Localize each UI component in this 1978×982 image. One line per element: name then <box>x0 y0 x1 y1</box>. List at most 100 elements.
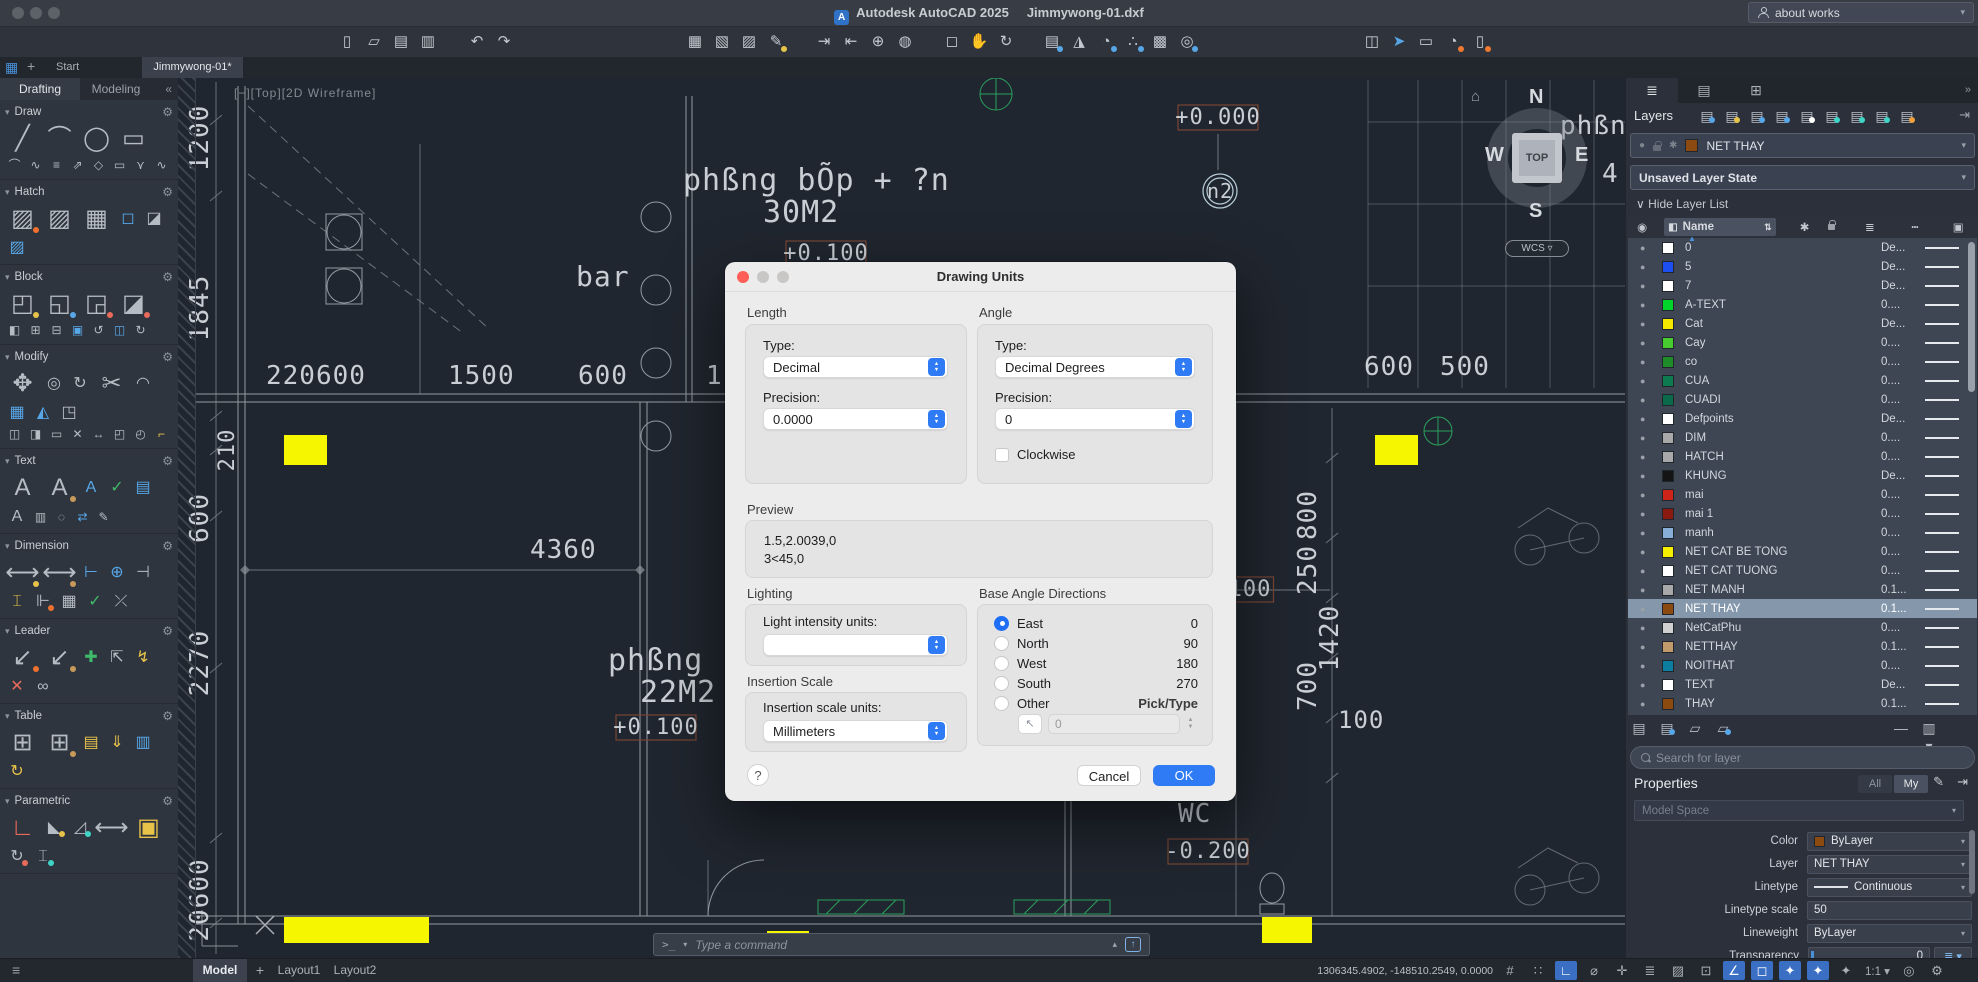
orbit-icon[interactable]: ↻ <box>994 30 1018 54</box>
property-linetype-scale[interactable]: 50 <box>1807 901 1972 920</box>
other-angle-field[interactable]: 0 <box>1048 714 1180 734</box>
line-icon[interactable]: ╱ <box>5 123 40 155</box>
layer-search-field[interactable]: Search for layer <box>1630 746 1975 769</box>
gear-icon[interactable]: ⚙ <box>162 454 173 468</box>
helix-icon[interactable]: ∿ <box>152 157 171 174</box>
color-swatch[interactable] <box>1662 337 1674 349</box>
layer-row[interactable]: ●NOITHAT0.... <box>1628 656 1977 675</box>
radio-east[interactable] <box>994 616 1009 631</box>
collapse-triangle-icon[interactable]: ▾ <box>5 711 10 722</box>
count-icon[interactable]: ◮ <box>1067 30 1091 54</box>
dim-baseline-icon[interactable]: ⊢ <box>79 562 103 584</box>
tab-layout2[interactable]: Layout2 <box>329 959 381 982</box>
status-dot-icon[interactable]: ● <box>1640 414 1662 424</box>
space-dropdown[interactable]: Model Space ▾ <box>1634 800 1964 821</box>
mleader-collect-icon[interactable]: ↯ <box>131 647 155 669</box>
block-sync-icon[interactable]: ↺ <box>89 322 108 339</box>
dialog-zoom-icon[interactable] <box>777 271 789 283</box>
save-icon[interactable]: ▤ <box>389 30 413 54</box>
dialog-minimize-icon[interactable] <box>757 271 769 283</box>
mleader-remove-icon[interactable]: ✕ <box>5 676 29 698</box>
viewcube-south[interactable]: S <box>1529 200 1542 223</box>
annotation-scale-sync-icon[interactable]: ✦ <box>1807 961 1829 980</box>
status-dot-icon[interactable]: ● <box>1640 262 1662 272</box>
collapse-triangle-icon[interactable]: ▾ <box>5 456 10 467</box>
tab-layers[interactable]: ≣ <box>1626 78 1678 103</box>
collapse-triangle-icon[interactable]: ▾ <box>5 107 10 118</box>
mtext-icon[interactable]: A <box>5 472 40 504</box>
mleader-add-icon[interactable]: ✚ <box>79 647 103 669</box>
gear-icon[interactable]: ⚙ <box>162 539 173 553</box>
new-layer-icon[interactable]: ▤ <box>1630 719 1648 737</box>
layer-row[interactable]: ●CUADI0.... <box>1628 390 1977 409</box>
dim-constraint-icon[interactable]: ⟷ <box>94 812 129 844</box>
block-update-icon[interactable]: ↻ <box>131 322 150 339</box>
blocks-palette-icon[interactable]: ◫ <box>1360 30 1384 54</box>
layer-unlock-icon[interactable]: ▤ <box>1898 107 1916 125</box>
dim-linear-icon[interactable]: ⟷ <box>5 557 40 589</box>
plot-column-icon[interactable]: ▣ <box>1939 220 1977 234</box>
layer-row[interactable]: ●NET CAT BE TONG0.... <box>1628 542 1977 561</box>
section-header[interactable]: ▾Block⚙ <box>5 268 173 286</box>
status-dot-icon[interactable]: ● <box>1640 376 1662 386</box>
scale-icon[interactable]: ◴ <box>131 426 150 443</box>
section-header[interactable]: ▾Dimension⚙ <box>5 537 173 555</box>
radio-north[interactable] <box>994 636 1009 651</box>
render-icon[interactable]: ▩ <box>1148 30 1172 54</box>
status-dot-icon[interactable]: ● <box>1640 566 1662 576</box>
boundary-icon[interactable]: ◻ <box>116 208 140 230</box>
pan-icon[interactable]: ✋ <box>967 30 991 54</box>
dim-style-icon[interactable]: ⟷ <box>42 557 77 589</box>
redo-icon[interactable]: ↷ <box>492 30 516 54</box>
color-swatch[interactable] <box>1662 660 1674 672</box>
layer-row[interactable]: ●5De... <box>1628 257 1977 276</box>
layer-row[interactable]: ●CatDe... <box>1628 314 1977 333</box>
sun-study-icon[interactable]: ◎ <box>1175 30 1199 54</box>
chevron-down-icon[interactable]: ▾ <box>683 940 687 949</box>
transparency-display-icon[interactable]: ▨ <box>1667 961 1689 980</box>
section-header[interactable]: ▾Leader⚙ <box>5 622 173 640</box>
dim-inspect-icon[interactable]: ▦ <box>57 591 81 613</box>
collapse-triangle-icon[interactable]: ▾ <box>5 796 10 807</box>
filter-my-button[interactable]: My <box>1894 775 1928 793</box>
tab-active-document[interactable]: Jimmywong-01* <box>142 57 243 78</box>
layer-row[interactable]: ●NET THAY0.1... <box>1628 599 1977 618</box>
color-swatch[interactable] <box>1662 698 1674 710</box>
property-linetype[interactable]: Continuous▾ <box>1807 878 1972 897</box>
clockwise-checkbox[interactable] <box>995 448 1009 462</box>
add-layout-button[interactable]: + <box>251 959 269 982</box>
multileader-icon[interactable]: ↙ <box>5 642 40 674</box>
color-swatch[interactable] <box>1662 565 1674 577</box>
color-swatch[interactable] <box>1662 318 1674 330</box>
status-dot-icon[interactable]: ● <box>1640 623 1662 633</box>
ray-icon[interactable]: ⇗ <box>68 157 87 174</box>
gear-icon[interactable]: ⚙ <box>162 624 173 638</box>
markup-import-icon[interactable]: ▤ <box>1040 30 1064 54</box>
section-header[interactable]: ▾Parametric⚙ <box>5 792 173 810</box>
viewcube[interactable]: ⌂ N W E S TOP WCS ▿ <box>1479 92 1609 267</box>
join-icon[interactable]: ↔ <box>89 426 108 443</box>
gear-icon[interactable]: ⚙ <box>162 794 173 808</box>
base-angle-option[interactable]: North90 <box>978 633 1212 653</box>
hatch-set-icon[interactable]: ▨ <box>5 237 29 259</box>
etransmit-icon[interactable]: ◍ <box>893 30 917 54</box>
other-angle-stepper[interactable]: ▲▼ <box>1184 714 1197 734</box>
auto-constrain-icon[interactable]: ◣ <box>42 817 66 839</box>
move-icon[interactable]: ✥ <box>5 368 40 400</box>
attach-icon[interactable]: ⊕ <box>866 30 890 54</box>
divide-icon[interactable]: ⋎ <box>131 157 150 174</box>
account-button[interactable]: about works ▾ <box>1748 2 1974 23</box>
batch-plot-icon[interactable]: ▧ <box>710 30 734 54</box>
layer-row[interactable]: ●HATCH0.... <box>1628 447 1977 466</box>
color-swatch[interactable] <box>1662 280 1674 292</box>
auto-hide-icon[interactable]: ⇥ <box>1959 107 1970 123</box>
color-swatch[interactable] <box>1662 413 1674 425</box>
mleader-style-icon[interactable]: ↙ <box>42 642 77 674</box>
status-dot-icon[interactable]: ● <box>1640 357 1662 367</box>
color-swatch[interactable] <box>1662 375 1674 387</box>
find-text-icon[interactable]: ◌ <box>52 509 71 526</box>
table-cell-icon[interactable]: ▥ <box>131 732 155 754</box>
layer-lock-icon[interactable]: ▤ <box>1873 107 1891 125</box>
gear-icon[interactable]: ⚙ <box>162 185 173 199</box>
base-angle-option[interactable]: West180 <box>978 653 1212 673</box>
